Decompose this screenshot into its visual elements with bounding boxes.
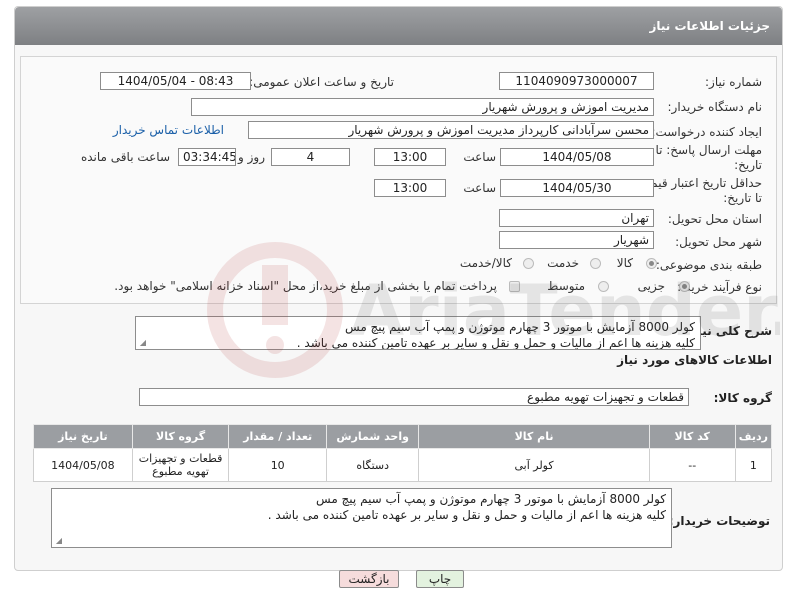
- goods-section-title: اطلاعات کالاهای مورد نیاز: [617, 353, 772, 367]
- buyer-notes-line-2: کلیه هزینه ها اعم از مالیات و حمل و نقل …: [267, 508, 666, 522]
- reply-deadline-time-field: 13:00: [374, 148, 446, 166]
- col-group-header: گروه کالا: [131, 424, 230, 449]
- announce-datetime-label: تاریخ و ساعت اعلان عمومی:: [249, 75, 394, 89]
- province-field: تهران: [499, 209, 654, 227]
- cell-code: --: [648, 448, 736, 482]
- col-qty-header: تعداد / مقدار: [228, 424, 328, 449]
- category-option-goods: کالا: [616, 256, 633, 270]
- creator-label: ایجاد کننده درخواست:: [651, 125, 762, 139]
- table-header-row: ردیف کد کالا نام کالا واحد شمارش تعداد /…: [33, 424, 773, 449]
- city-field: شهریار: [499, 231, 654, 249]
- col-row-header: ردیف: [734, 424, 773, 449]
- province-label: استان محل تحویل:: [667, 212, 762, 226]
- need-number-label: شماره نیاز:: [705, 75, 762, 89]
- buyer-contact-link[interactable]: اطلاعات تماس خریدار: [113, 123, 224, 137]
- process-radio-medium[interactable]: [598, 281, 609, 292]
- print-button[interactable]: چاپ: [416, 570, 464, 588]
- details-panel: شماره نیاز: 1104090973000007 تاریخ و ساع…: [20, 56, 777, 304]
- items-table: ردیف کد کالا نام کالا واحد شمارش تعداد /…: [33, 424, 773, 482]
- description-line-2: کلیه هزینه ها اعم از مالیات و حمل و نقل …: [296, 336, 695, 350]
- category-option-service: خدمت: [547, 256, 579, 270]
- details-window: جزئیات اطلاعات نیاز شماره نیاز: 11040909…: [14, 6, 783, 571]
- price-validity-time-field: 13:00: [374, 179, 446, 197]
- description-line-1: کولر 8000 آزمایش با موتور 3 چهارم موتوژن…: [345, 320, 695, 334]
- need-number-field: 1104090973000007: [499, 72, 654, 90]
- category-radio-goods-service[interactable]: [523, 258, 534, 269]
- remaining-time-field: 03:34:45: [178, 148, 236, 166]
- cell-qty: 10: [228, 448, 328, 482]
- goods-group-field: قطعات و تجهیزات تهویه مطبوع: [139, 388, 689, 406]
- col-name-header: نام کالا: [418, 424, 650, 449]
- reply-deadline-date-field: 1404/05/08: [500, 148, 654, 166]
- reply-deadline-label-2: تاریخ:: [734, 158, 762, 172]
- remaining-days-field: 4: [271, 148, 350, 166]
- remaining-time-label: ساعت باقی مانده: [80, 150, 170, 164]
- col-date-header: تاریخ نیاز: [33, 424, 133, 449]
- cell-group-line-1: قطعات و تجهیزات: [138, 452, 223, 465]
- buyer-org-field: مدیریت اموزش و پرورش شهریار: [191, 98, 654, 116]
- buyer-notes-label: توضیحات خریدار:: [668, 514, 770, 528]
- col-unit-header: واحد شمارش: [326, 424, 420, 449]
- reply-deadline-label-1: مهلت ارسال پاسخ: تا: [655, 143, 762, 157]
- price-validity-date-field: 1404/05/30: [500, 179, 654, 197]
- reply-deadline-time-label: ساعت: [463, 150, 496, 164]
- window-title: جزئیات اطلاعات نیاز: [15, 7, 782, 45]
- buyer-notes-line-1: کولر 8000 آزمایش با موتور 3 چهارم موتوژن…: [316, 492, 666, 506]
- price-validity-time-label: ساعت: [463, 181, 496, 195]
- cell-group: قطعات و تجهیزات تهویه مطبوع: [131, 448, 230, 482]
- creator-field: محسن سرآبادانی کارپرداز مدیریت اموزش و پ…: [248, 121, 654, 139]
- buyer-org-label: نام دستگاه خریدار:: [667, 100, 763, 114]
- category-option-goods-service: کالا/خدمت: [459, 256, 512, 270]
- description-textarea[interactable]: کولر 8000 آزمایش با موتور 3 چهارم موتوژن…: [135, 316, 701, 350]
- process-option-minor: جزیی: [637, 279, 665, 293]
- table-row[interactable]: 1 -- کولر آبی دستگاه 10 قطعات و تجهیزات …: [33, 448, 773, 482]
- buyer-notes-textarea[interactable]: کولر 8000 آزمایش با موتور 3 چهارم موتوژن…: [51, 488, 672, 548]
- goods-group-label: گروه کالا:: [713, 391, 772, 405]
- cell-row: 1: [734, 448, 773, 482]
- treasury-payment-checkbox[interactable]: [509, 281, 520, 292]
- cell-group-line-2: تهویه مطبوع: [152, 465, 209, 478]
- process-radio-minor[interactable]: [679, 281, 690, 292]
- price-validity-label-1: حداقل تاریخ اعتبار قیمت:: [635, 176, 762, 190]
- cell-date: 1404/05/08: [33, 448, 133, 482]
- days-label: روز و: [238, 150, 265, 164]
- cell-unit: دستگاه: [326, 448, 420, 482]
- category-radio-goods[interactable]: [646, 258, 657, 269]
- col-code-header: کد کالا: [648, 424, 736, 449]
- announce-datetime-field: 1404/05/04 - 08:43: [100, 72, 251, 90]
- cell-name: کولر آبی: [418, 448, 650, 482]
- resize-handle-icon[interactable]: ◢: [54, 537, 62, 545]
- category-label: طبقه بندی موضوعی:: [655, 258, 762, 272]
- process-option-medium: متوسط: [547, 279, 585, 293]
- category-radio-service[interactable]: [590, 258, 601, 269]
- city-label: شهر محل تحویل:: [675, 235, 762, 249]
- resize-handle-icon[interactable]: ◢: [138, 339, 146, 347]
- back-button[interactable]: بازگشت: [339, 570, 399, 588]
- treasury-payment-note: پرداخت تمام یا بخشی از مبلغ خرید،از محل …: [114, 279, 497, 293]
- price-validity-label-2: تا تاریخ:: [723, 191, 762, 205]
